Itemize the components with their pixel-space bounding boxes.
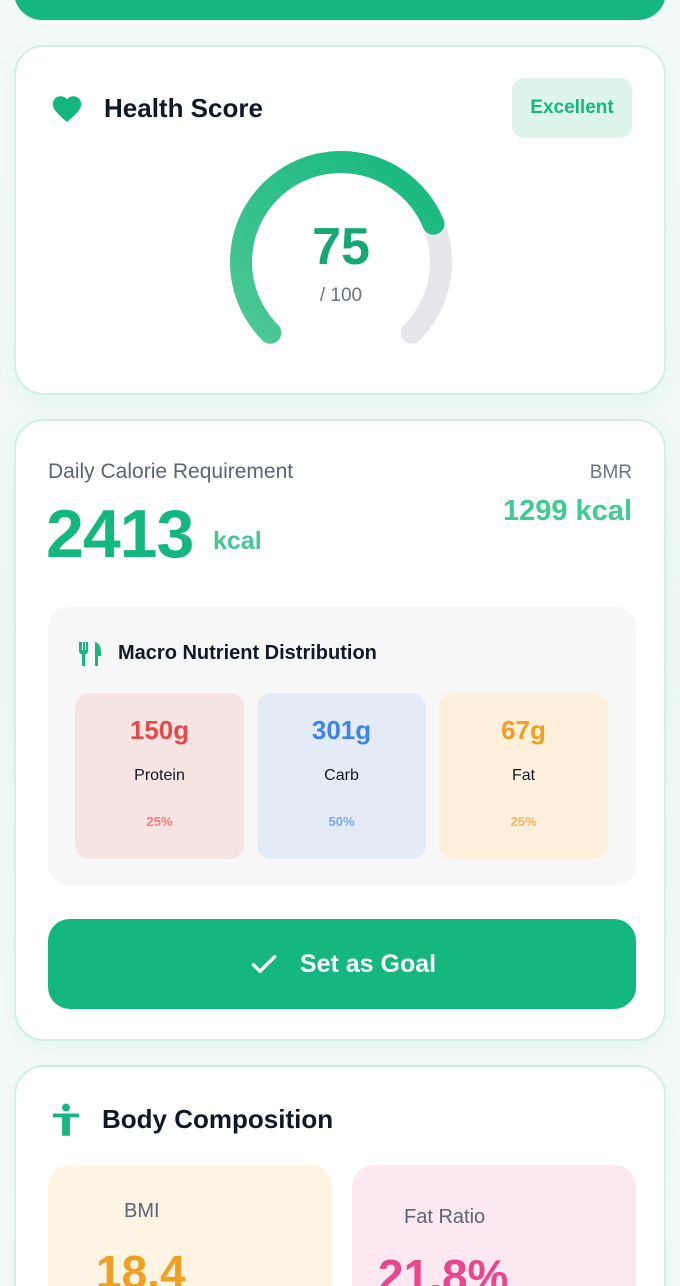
macro-distribution-panel: Macro Nutrient Distribution 150g Protein… [48,607,636,885]
macro-tile-fat: 67g Fat 25% [439,693,608,859]
body-composition-card: Body Composition BMI 18.4 Fat Ratio 21.8… [14,1065,666,1286]
health-score-card: Health Score Excellent 75 / 100 [14,45,666,395]
fat-ratio-label: Fat Ratio [404,1206,486,1228]
utensils-icon [79,642,101,666]
macro-name: Fat [511,767,536,784]
status-badge: Excellent [512,78,632,138]
calorie-card: Daily Calorie Requirement 2413 kcal BMR … [14,419,666,1041]
bmi-value: 18.4 [96,1246,186,1286]
macro-percent: 50% [328,814,355,829]
health-score-max: / 100 [319,285,363,306]
macro-amount: 67g [501,715,546,745]
set-goal-label: Set as Goal [299,949,437,978]
health-score-value: 75 [312,218,370,276]
macro-percent: 25% [510,814,537,829]
macro-tile-carb: 301g Carb 50% [257,693,426,859]
calorie-label: Daily Calorie Requirement [48,460,294,483]
macro-title: Macro Nutrient Distribution [118,642,377,664]
bmr-value: 1299 kcal [502,495,632,527]
body-composition-title: Body Composition [102,1104,334,1134]
bmi-tile: BMI 18.4 [48,1165,332,1286]
person-icon [52,1103,80,1136]
fat-ratio-tile: Fat Ratio 21.8% [352,1165,636,1286]
macro-tile-protein: 150g Protein 25% [75,693,244,859]
health-score-title: Health Score [104,93,263,123]
bmr-label: BMR [589,462,632,483]
set-goal-button[interactable]: Set as Goal [48,919,636,1009]
calorie-value: 2413 [46,496,194,572]
fat-ratio-value: 21.8% [378,1250,509,1286]
macro-amount: 150g [129,715,190,745]
top-action-bar[interactable] [14,0,666,20]
macro-amount: 301g [311,715,372,745]
heart-icon [52,96,82,123]
calorie-unit: kcal [213,527,262,555]
check-icon [251,954,277,974]
macro-name: Carb [324,767,359,784]
macro-name: Protein [134,767,185,784]
bmi-label: BMI [124,1200,160,1222]
macro-percent: 25% [146,814,173,829]
